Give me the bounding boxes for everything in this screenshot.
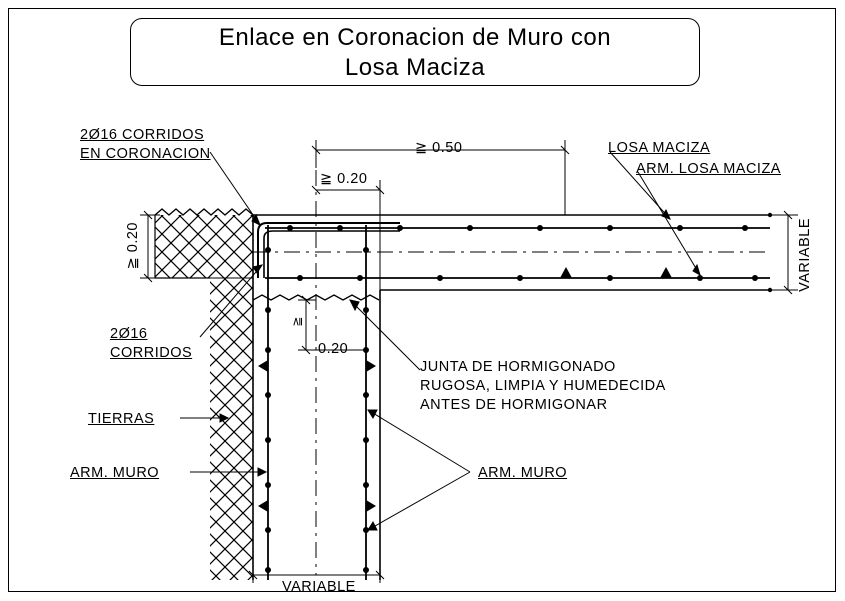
drawing-svg [0, 0, 845, 601]
leaders [180, 152, 700, 530]
label-corridos-coronacion: 2Ø16 CORRIDOS EN CORONACION [80, 126, 211, 164]
label-variable-bottom: VARIABLE [282, 578, 356, 597]
label-tierras: TIERRAS [88, 410, 154, 429]
dim-left-020-text: ≧ 0.20 [124, 222, 143, 269]
label-corridos-2: 2Ø16 CORRIDOS [110, 325, 192, 363]
dim-inner-020-text: 0.20 [318, 340, 348, 359]
dim-top-020 [312, 180, 384, 290]
ground-zigzag [155, 209, 253, 215]
dim-050-text: ≧ 0.50 [415, 139, 462, 158]
label-arm-losa-maciza: ARM. LOSA MACIZA [636, 160, 781, 179]
label-variable-right: VARIABLE [796, 218, 815, 292]
label-junta: JUNTA DE HORMIGONADO RUGOSA, LIMPIA Y HU… [420, 358, 666, 415]
label-arm-muro-right: ARM. MURO [478, 464, 567, 483]
label-arm-muro-left: ARM. MURO [70, 464, 159, 483]
dim-020-top-text: ≧ 0.20 [320, 170, 367, 189]
drawing-canvas: Enlace en Coronacion de Muro con Losa Ma… [0, 0, 845, 601]
earth-hatch [155, 215, 253, 580]
dim-inner-020-sym: ≧ [290, 316, 306, 327]
dim-right-variable [770, 211, 798, 294]
label-losa-maciza: LOSA MACIZA [608, 139, 710, 158]
